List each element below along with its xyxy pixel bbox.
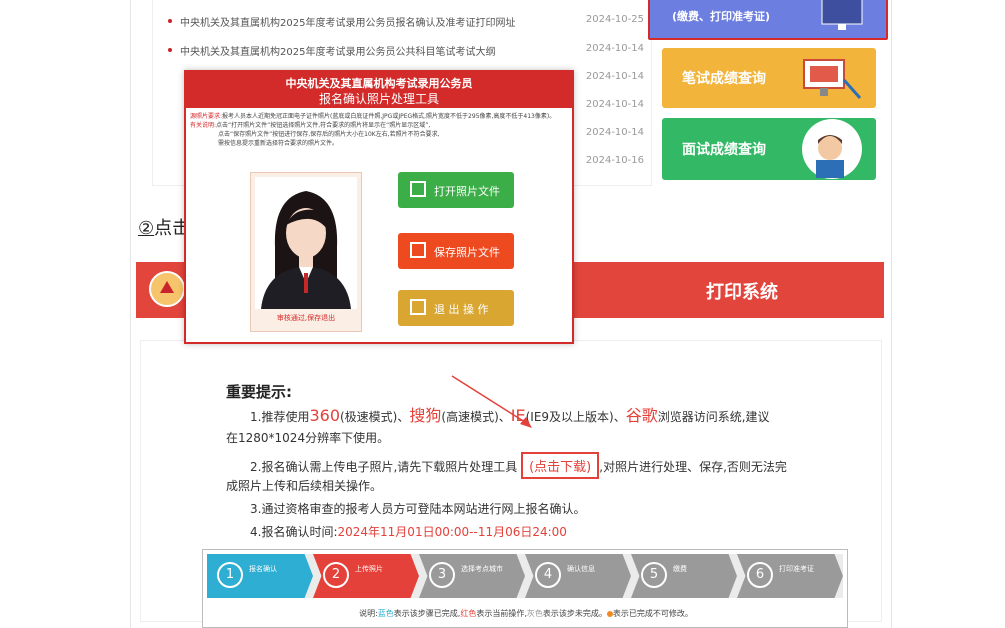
news-item[interactable]: 中央机关及其直属机构2025年度考试录用公务员报名确认及准考证打印网址 2024… xyxy=(150,10,650,34)
browser-360: 360 xyxy=(309,406,340,425)
exit-label: 退 出 操 作 xyxy=(434,303,489,316)
save-photo-button[interactable]: 保存照片文件 xyxy=(398,233,514,269)
notice-line-4: 4.报名确认时间:2024年11月01日00:00--11月06日24:00 xyxy=(250,523,567,540)
monitor-icon xyxy=(803,59,862,99)
text: (极速模式)、 xyxy=(340,410,410,424)
pointer-arrow xyxy=(451,375,532,428)
step2-heading: ②点击 xyxy=(138,214,190,240)
step-1: 1 报名确认 xyxy=(207,554,313,598)
written-score-tile[interactable]: 笔试成绩查询 xyxy=(662,48,876,108)
news-date: 2024-10-14 xyxy=(585,127,644,138)
text: 蓝色 xyxy=(377,609,394,618)
interview-score-label: 面试成绩查询 xyxy=(682,142,766,158)
news-date: 2024-10-14 xyxy=(585,43,644,54)
step-number: 1 xyxy=(217,562,243,588)
step-number: 4 xyxy=(535,562,561,588)
notice-line-2: 2.报名确认需上传电子照片,请先下载照片处理工具 (点击下载) ,对照片进行处理、… xyxy=(250,452,787,479)
text: (IE9及以上版本)、 xyxy=(525,410,626,424)
news-date: 2024-10-25 xyxy=(585,14,644,25)
interviewer-icon xyxy=(802,119,862,179)
text: 红色 xyxy=(460,609,477,618)
step-2: 2 上传照片 xyxy=(313,554,419,598)
exit-icon xyxy=(410,299,426,315)
info-text: 点击“保存照片文件”按钮进行保存,保存后的照片大小在10K左右,若照片不符合要求… xyxy=(218,131,440,138)
step-number: 2 xyxy=(323,562,349,588)
text: 1.推荐使用 xyxy=(250,410,310,424)
id-photo xyxy=(255,177,357,309)
exam-entry-sub: (缴费、打印准考证) xyxy=(672,10,771,23)
photo-tool-dialog: 中央机关及其直属机构考试录用公务员 报名确认照片处理工具 源照片要求:报考人员本… xyxy=(184,70,574,344)
dialog-title-1: 中央机关及其直属机构考试录用公务员 xyxy=(285,77,473,90)
edit-icon xyxy=(410,181,426,197)
text: 表示已完成不可修改。 xyxy=(612,609,693,618)
news-title[interactable]: 中央机关及其直属机构2025年度考试录用公务员报名确认及准考证打印网址 xyxy=(180,14,515,29)
confirm-time: 2024年11月01日00:00--11月06日24:00 xyxy=(337,525,567,539)
banner-title: 打印系统 xyxy=(706,282,778,303)
text: 2.报名确认需上传电子照片,请先下载照片处理工具 xyxy=(250,460,518,474)
browser-sougou: 搜狗 xyxy=(409,406,442,425)
step-label: 报名确认 xyxy=(249,565,277,573)
info-text: 点击“打开照片文件”按钮选择照片文件,符合要求的照片将显示在“照片显示区域”, xyxy=(216,122,431,129)
notice-line-2b: 成照片上传和后续相关操作。 xyxy=(226,479,383,493)
computer-icon xyxy=(821,0,863,30)
step-number: 5 xyxy=(641,562,667,588)
written-score-label: 笔试成绩查询 xyxy=(682,71,766,87)
exit-button[interactable]: 退 出 操 作 xyxy=(398,290,514,326)
text: 表示该步骤已完成, xyxy=(393,609,461,618)
notice-line-3: 3.通过资格审查的报考人员方可登陆本网站进行网上报名确认。 xyxy=(250,502,586,516)
browser-chrome: 谷歌 xyxy=(625,406,658,425)
emblem-logo xyxy=(149,271,185,307)
step-label: 缴费 xyxy=(673,565,687,573)
news-date: 2024-10-16 xyxy=(585,155,644,166)
notice-title: 重要提示: xyxy=(226,383,292,401)
step-legend: 说明:蓝色表示该步骤已完成,红色表示当前操作,灰色表示该步未完成。 表示已完成不可… xyxy=(203,608,849,619)
exam-entry-tile[interactable]: (缴费、打印准考证) xyxy=(648,0,888,40)
step-label: 确认信息 xyxy=(567,565,595,573)
text: ,对照片进行处理、保存,否则无法完 xyxy=(599,460,787,474)
info-key: 有关说明: xyxy=(190,122,217,129)
dialog-title-2: 报名确认照片处理工具 xyxy=(318,92,439,106)
step-number: ② xyxy=(138,218,155,239)
open-photo-label: 打开照片文件 xyxy=(434,185,500,198)
photo-display-area: 审核通过,保存退出 xyxy=(250,172,362,332)
req-text: 报考人员本人近期免冠正面电子证件照片(蓝底或白底证件照,JPG或JPEG格式,照… xyxy=(222,113,556,120)
news-date: 2024-10-14 xyxy=(585,71,644,82)
step-number: 3 xyxy=(429,562,455,588)
news-item[interactable]: 中央机关及其直属机构2025年度考试录用公务员公共科目笔试考试大纲 2024-1… xyxy=(150,39,650,63)
step-5: 5 缴费 xyxy=(631,554,737,598)
step-label: 上传照片 xyxy=(355,565,383,573)
step-label: 打印准考证 xyxy=(779,565,814,573)
text: 灰色 xyxy=(526,609,543,618)
bullet-icon xyxy=(168,19,172,23)
text: 浏览器访问系统,建议 xyxy=(657,410,770,424)
dialog-header: 中央机关及其直属机构考试录用公务员 报名确认照片处理工具 xyxy=(186,72,572,108)
notice-line-1b: 在1280*1024分辨率下使用。 xyxy=(226,431,390,445)
steps-row: 1 报名确认 2 上传照片 3 选择考点城市 4 确认信息 5 缴费 6 打印准考证 xyxy=(207,554,843,598)
step-4: 4 确认信息 xyxy=(525,554,631,598)
bullet-icon xyxy=(168,48,172,52)
step-progress-bar: 1 报名确认 2 上传照片 3 选择考点城市 4 确认信息 5 缴费 6 打印准考证 说明:蓝色表示该… xyxy=(202,549,848,628)
text: 表示当前操作, xyxy=(476,609,527,618)
text: 4.报名确认时间: xyxy=(250,525,338,539)
portrait-image xyxy=(255,177,357,309)
news-title[interactable]: 中央机关及其直属机构2025年度考试录用公务员公共科目笔试考试大纲 xyxy=(180,43,495,58)
save-photo-label: 保存照片文件 xyxy=(434,246,500,259)
step-6: 6 打印准考证 xyxy=(737,554,843,598)
step-label: 选择考点城市 xyxy=(461,565,503,573)
text: 表示该步未完成。 xyxy=(542,609,607,618)
req-key: 源照片要求: xyxy=(190,113,223,120)
photo-caption: 审核通过,保存退出 xyxy=(276,314,336,322)
step-3: 3 选择考点城市 xyxy=(419,554,525,598)
open-photo-button[interactable]: 打开照片文件 xyxy=(398,172,514,208)
download-link[interactable]: (点击下载) xyxy=(521,452,600,479)
text: 说明: xyxy=(359,609,378,618)
interview-score-tile[interactable]: 面试成绩查询 xyxy=(662,118,876,180)
news-date: 2024-10-14 xyxy=(585,99,644,110)
checkbox-icon xyxy=(410,242,426,258)
info-text: 需按信息提示重新选择符合要求的照片文件。 xyxy=(218,140,339,147)
dialog-info: 源照片要求:报考人员本人近期免冠正面电子证件照片(蓝底或白底证件照,JPG或JP… xyxy=(190,112,570,148)
step-number: 6 xyxy=(747,562,773,588)
